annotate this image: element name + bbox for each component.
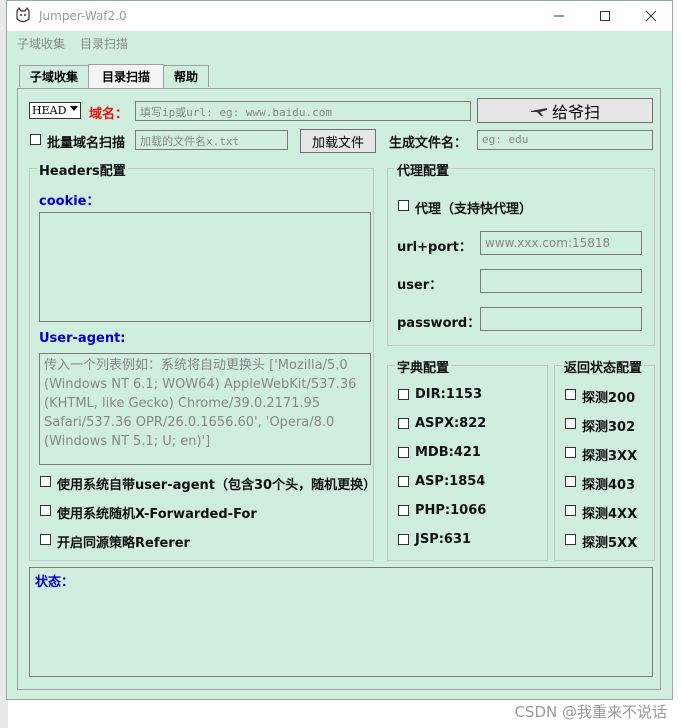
status-3xx-label: 探测3XX bbox=[582, 449, 638, 464]
file-input[interactable]: 加载的文件名x.txt bbox=[135, 130, 288, 150]
watermark: CSDN @我重来不说话 bbox=[514, 703, 667, 721]
scan-button-label: 给爷扫 bbox=[551, 102, 600, 122]
domain-input[interactable]: 填写ip或url: eg: www.baidu.com bbox=[135, 101, 471, 121]
status-403-label: 探测403 bbox=[582, 478, 636, 493]
password-input[interactable] bbox=[480, 307, 642, 331]
dict-asp-checkbox[interactable] bbox=[398, 476, 409, 487]
dict-jsp-checkbox[interactable] bbox=[398, 534, 409, 545]
dict-aspx-checkbox[interactable] bbox=[398, 418, 409, 429]
dict-php-label: PHP:1066 bbox=[415, 503, 487, 518]
tab-help[interactable]: 帮助 bbox=[163, 65, 209, 87]
ua-textarea[interactable]: 传入一个列表例如：系统将自动更换头 ['Mozilla/5.0 (Windows… bbox=[39, 353, 371, 465]
close-icon bbox=[645, 10, 657, 22]
user-input[interactable] bbox=[480, 269, 642, 293]
status-5xx-checkbox[interactable] bbox=[565, 534, 576, 545]
url-port-input[interactable]: www.xxx.com:15818 bbox=[480, 231, 642, 255]
minimize-icon bbox=[554, 15, 564, 17]
status-5xx-label: 探测5XX bbox=[582, 536, 638, 551]
batch-checkbox[interactable] bbox=[30, 134, 41, 145]
status-4xx-label: 探测4XX bbox=[582, 507, 638, 522]
tab-dirscan[interactable]: 目录扫描 bbox=[88, 64, 164, 88]
dropdown-arrow-icon bbox=[70, 106, 78, 111]
menu-subdomain[interactable]: 子域收集 bbox=[17, 35, 65, 52]
referer-label: 开启同源策略Referer bbox=[57, 536, 190, 551]
status-302-checkbox[interactable] bbox=[565, 418, 576, 429]
headers-title: Headers配置 bbox=[37, 160, 128, 179]
window-title: Jumper-Waf2.0 bbox=[39, 9, 127, 23]
dict-mdb-checkbox[interactable] bbox=[398, 447, 409, 458]
dict-asp-label: ASP:1854 bbox=[415, 474, 486, 489]
status-200-label: 探测200 bbox=[582, 391, 636, 406]
cookie-label: cookie： bbox=[39, 194, 100, 209]
batch-label: 批量域名扫描 bbox=[47, 136, 126, 151]
status-3xx-checkbox[interactable] bbox=[565, 447, 576, 458]
maximize-icon bbox=[600, 11, 610, 21]
tab-subdomain[interactable]: 子域收集 bbox=[19, 65, 89, 87]
dict-title: 字典配置 bbox=[395, 357, 452, 376]
xff-label: 使用系统随机X-Forwarded-For bbox=[57, 507, 257, 522]
method-select[interactable]: HEAD bbox=[29, 102, 81, 119]
dict-aspx-label: ASPX:822 bbox=[415, 416, 487, 431]
dict-jsp-label: JSP:631 bbox=[415, 532, 472, 547]
proxy-title: 代理配置 bbox=[395, 160, 452, 179]
proxy-check-label: 代理（支持快代理） bbox=[415, 202, 533, 217]
cookie-textarea[interactable] bbox=[39, 212, 371, 322]
menu-dirscan[interactable]: 目录扫描 bbox=[80, 35, 128, 52]
status-label: 状态： bbox=[35, 575, 75, 590]
proxy-checkbox[interactable] bbox=[398, 200, 409, 211]
dict-dir-label: DIR:1153 bbox=[415, 387, 483, 402]
airplane-icon bbox=[530, 107, 547, 116]
dirscan-panel: HEAD 域名： 填写ip或url: eg: www.baidu.com 给爷扫… bbox=[17, 88, 661, 690]
load-file-button[interactable]: 加载文件 bbox=[300, 129, 376, 153]
scan-button[interactable]: 给爷扫 bbox=[477, 98, 653, 123]
dict-php-checkbox[interactable] bbox=[398, 505, 409, 516]
status-302-label: 探测302 bbox=[582, 420, 636, 435]
referer-checkbox[interactable] bbox=[40, 534, 51, 545]
title-bar: Jumper-Waf2.0 bbox=[7, 1, 672, 31]
close-button[interactable] bbox=[628, 1, 674, 31]
status-403-checkbox[interactable] bbox=[565, 476, 576, 487]
status-output[interactable] bbox=[29, 567, 653, 677]
gen-filename-label: 生成文件名： bbox=[389, 136, 468, 151]
gen-filename-input[interactable]: eg: edu bbox=[477, 130, 653, 150]
xff-checkbox[interactable] bbox=[40, 505, 51, 516]
cat-logo-icon bbox=[16, 7, 30, 23]
url-port-label: url+port： bbox=[397, 240, 472, 255]
status-config-title: 返回状态配置 bbox=[562, 357, 645, 376]
menu-bar: 子域收集 目录扫描 bbox=[7, 31, 672, 55]
status-4xx-checkbox[interactable] bbox=[565, 505, 576, 516]
domain-label: 域名： bbox=[89, 107, 129, 122]
app-window: Jumper-Waf2.0 子域收集 目录扫描 子域收集 目录扫描 帮助 HEA… bbox=[6, 0, 673, 700]
status-200-checkbox[interactable] bbox=[565, 389, 576, 400]
password-label: password： bbox=[397, 316, 481, 331]
dict-mdb-label: MDB:421 bbox=[415, 445, 481, 460]
ua-label: User-agent: bbox=[39, 331, 126, 346]
user-label: user： bbox=[397, 278, 443, 293]
random-ua-label: 使用系统自带user-agent（包含30个头，随机更换） bbox=[57, 478, 377, 493]
minimize-button[interactable] bbox=[536, 1, 582, 31]
dict-dir-checkbox[interactable] bbox=[398, 389, 409, 400]
random-ua-checkbox[interactable] bbox=[40, 476, 51, 487]
method-value: HEAD bbox=[32, 104, 67, 117]
maximize-button[interactable] bbox=[582, 1, 628, 31]
